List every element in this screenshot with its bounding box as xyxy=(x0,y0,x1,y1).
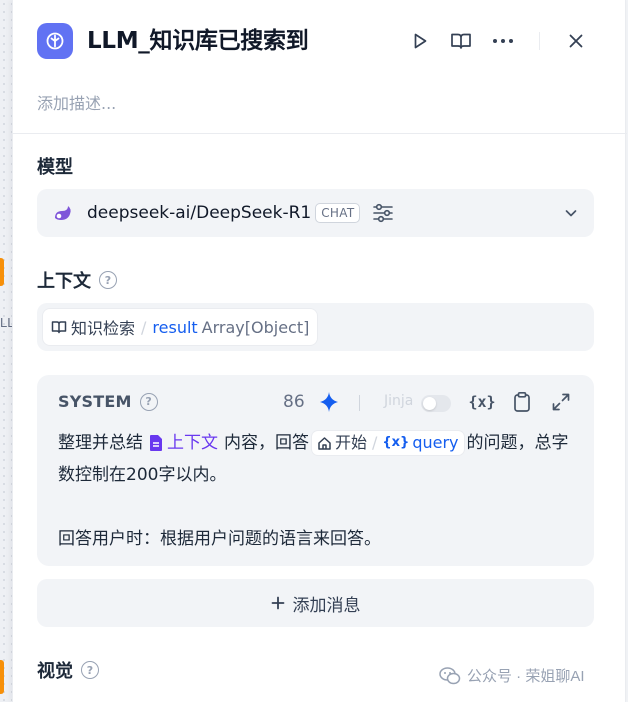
help-circle-icon[interactable]: ? xyxy=(99,271,117,289)
model-mode-badge: CHAT xyxy=(315,203,361,223)
query-variable-tag: 开始 / {x} query xyxy=(312,431,464,455)
prompt-text[interactable]: 整理并总结 上下文 内容，回答 开始 / {x} query 的问题，总字数控制在200字以内… xyxy=(58,427,578,555)
insert-variable-button[interactable]: {x} xyxy=(468,389,496,415)
vision-label-text: 视觉 xyxy=(37,661,73,682)
model-name: deepseek-ai/DeepSeek-R1 xyxy=(87,203,312,223)
prompt-role-text: SYSTEM xyxy=(58,392,132,411)
context-variable-pill[interactable]: 知识检索 / result Array[Object] xyxy=(43,309,318,345)
chevron-down-icon[interactable] xyxy=(564,206,578,220)
prompt-text-segment: 整理并总结 xyxy=(58,433,143,453)
context-variable-field[interactable]: 知识检索 / result Array[Object] xyxy=(37,303,594,351)
close-panel-button[interactable] xyxy=(562,27,590,55)
add-message-button[interactable]: 添加消息 xyxy=(37,579,594,627)
prompt-text-segment: 回答用户时：根据用户问题的语言来回答。 xyxy=(58,529,381,549)
add-message-label: 添加消息 xyxy=(292,595,361,616)
sliders-icon xyxy=(373,203,394,223)
context-reference-text: 上下文 xyxy=(167,433,218,453)
home-icon xyxy=(318,436,331,450)
expand-icon xyxy=(552,393,570,411)
context-reference-tag: 上下文 xyxy=(149,427,218,459)
watermark: 公众号 · 荣姐聊AI xyxy=(439,665,585,686)
clipboard-icon xyxy=(514,391,530,412)
deepseek-logo-icon xyxy=(55,206,71,220)
context-node-name: 知识检索 xyxy=(71,319,136,338)
help-circle-icon[interactable]: ? xyxy=(81,661,99,679)
context-var-type: Array[Object] xyxy=(201,317,310,337)
plus-icon xyxy=(271,596,284,610)
canvas-node-edge xyxy=(0,660,4,694)
run-node-button[interactable] xyxy=(406,27,434,55)
prompt-char-count: 86 xyxy=(283,392,305,412)
file-text-icon xyxy=(150,435,162,451)
node-settings-panel: LLM_知识库已搜索到 添加描述... 模型 deepseek-ai/DeepS… xyxy=(12,0,627,702)
description-input[interactable]: 添加描述... xyxy=(37,90,116,114)
llm-node-icon xyxy=(37,23,73,59)
context-separator: / xyxy=(141,317,147,337)
prompt-role-label: SYSTEM ? xyxy=(58,392,158,411)
start-node-name: 开始 xyxy=(335,433,368,452)
panel-header: LLM_知识库已搜索到 添加描述... xyxy=(13,0,627,134)
header-divider xyxy=(539,32,540,50)
node-title[interactable]: LLM_知识库已搜索到 xyxy=(87,24,309,58)
help-circle-icon[interactable]: ? xyxy=(139,392,158,411)
vision-section-label: 视觉 ? xyxy=(37,657,99,683)
var-separator: / xyxy=(372,433,378,452)
book-open-icon xyxy=(51,321,67,334)
model-selector[interactable]: deepseek-ai/DeepSeek-R1 CHAT xyxy=(37,189,594,237)
book-open-icon xyxy=(451,33,471,49)
context-var-name: result xyxy=(152,317,198,337)
more-options-button[interactable] xyxy=(489,27,517,55)
prompt-text-segment: 内容，回答 xyxy=(224,433,309,453)
sparkle-icon xyxy=(320,392,338,412)
query-var-name: query xyxy=(412,433,459,452)
jinja-toggle[interactable] xyxy=(421,395,451,412)
context-section-label: 上下文 ? xyxy=(37,267,117,293)
prompt-generator-button[interactable] xyxy=(317,390,341,418)
more-dots-icon xyxy=(493,39,513,43)
prompt-blank-line xyxy=(58,491,578,523)
wechat-icon xyxy=(439,666,461,684)
model-label-text: 模型 xyxy=(37,157,73,178)
context-label-text: 上下文 xyxy=(37,271,91,292)
close-icon xyxy=(569,34,583,48)
expand-prompt-button[interactable] xyxy=(548,389,574,415)
model-params-button[interactable] xyxy=(372,203,394,223)
copy-prompt-button[interactable] xyxy=(509,389,535,415)
variable-icon: {x} xyxy=(382,435,410,450)
model-section-label: 模型 xyxy=(37,153,73,179)
docs-button[interactable] xyxy=(447,27,475,55)
jinja-label: Jinja xyxy=(384,393,414,409)
variable-icon: {x} xyxy=(468,393,496,411)
play-icon xyxy=(414,33,427,49)
prompt-toolbar-divider xyxy=(359,395,360,411)
watermark-text: 公众号 · 荣姐聊AI xyxy=(467,668,585,685)
system-prompt-editor[interactable]: SYSTEM ? 86 Jinja {x} 整理并总结 上下文 内容，回答 开始… xyxy=(37,375,594,566)
canvas-node-edge xyxy=(0,258,4,286)
